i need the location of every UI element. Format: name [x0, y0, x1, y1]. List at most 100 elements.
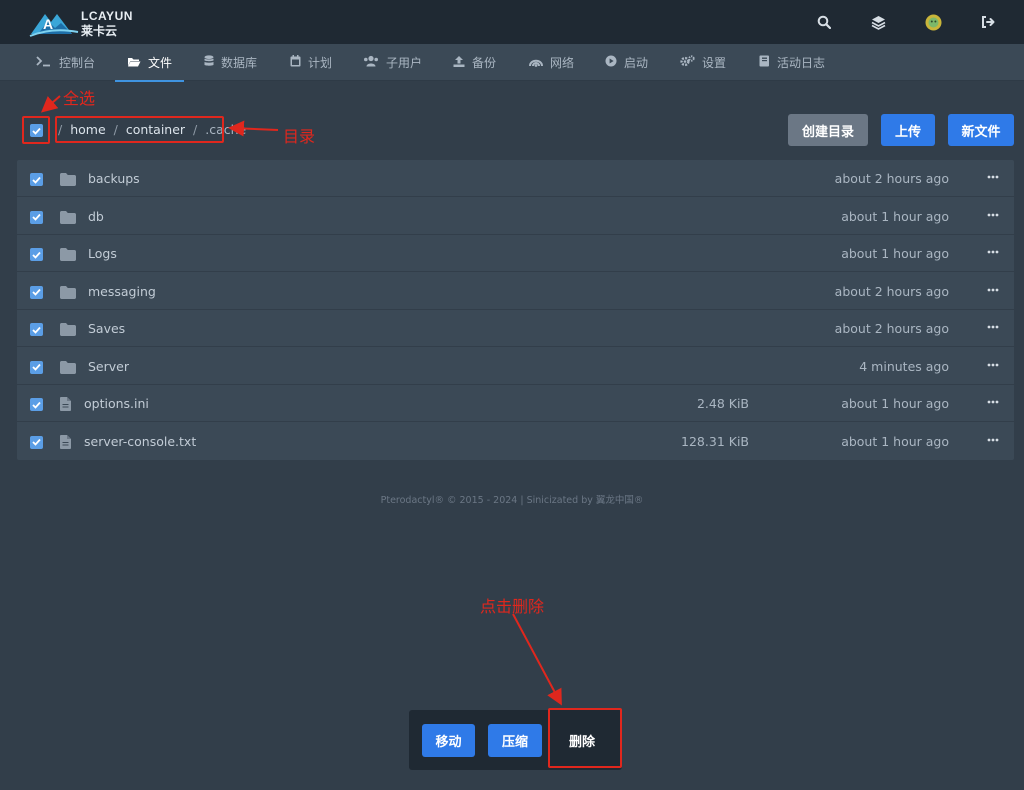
- upload-button[interactable]: 上传: [881, 114, 935, 146]
- file-row[interactable]: Logs about 1 hour ago: [17, 235, 1014, 272]
- more-options-icon[interactable]: [986, 432, 1000, 448]
- nav-schedules[interactable]: 计划: [290, 44, 332, 81]
- checkmark-icon: [32, 401, 41, 409]
- server-nav: 控制台 文件 数据库 计划 子用户 备份 网络 启动 设置 活动日志: [0, 44, 1024, 82]
- file-modified: about 2 hours ago: [834, 171, 949, 186]
- create-directory-button[interactable]: 创建目录: [788, 114, 868, 146]
- network-icon: [529, 56, 543, 70]
- checkmark-icon: [32, 213, 41, 221]
- breadcrumb-separator: /: [193, 122, 198, 137]
- checkmark-icon: [32, 288, 41, 296]
- file-name[interactable]: options.ini: [84, 396, 149, 411]
- nav-settings[interactable]: 设置: [680, 44, 726, 81]
- search-icon[interactable]: [814, 12, 834, 32]
- file-name[interactable]: Logs: [88, 246, 117, 261]
- upload-icon: [453, 55, 465, 70]
- nav-label: 网络: [550, 56, 575, 70]
- svg-text:A: A: [43, 16, 53, 32]
- nav-label: 控制台: [59, 56, 96, 70]
- new-file-button[interactable]: 新文件: [948, 114, 1014, 146]
- file-name[interactable]: messaging: [88, 284, 156, 299]
- more-options-icon[interactable]: [986, 244, 1000, 260]
- file-list: backups about 2 hours ago db about 1 hour a…: [17, 160, 1014, 460]
- file-row[interactable]: server-console.txt 128.31 KiB about 1 hour…: [17, 423, 1014, 460]
- nav-files[interactable]: 文件: [114, 44, 185, 82]
- row-checkbox[interactable]: [30, 285, 43, 299]
- nav-label: 备份: [472, 56, 497, 70]
- more-options-icon[interactable]: [986, 319, 1000, 335]
- more-options-icon[interactable]: [986, 394, 1000, 410]
- row-checkbox[interactable]: [30, 323, 43, 336]
- folder-icon: [60, 359, 76, 378]
- more-options-icon[interactable]: [986, 282, 1000, 298]
- file-modified: about 1 hour ago: [841, 208, 949, 224]
- brand-logo[interactable]: A LCAYUN 莱卡云: [28, 6, 143, 38]
- folder-icon: [60, 171, 76, 190]
- compress-button[interactable]: 压缩: [488, 724, 542, 757]
- file-name[interactable]: backups: [88, 171, 140, 186]
- database-icon: [204, 55, 214, 70]
- move-button[interactable]: 移动: [422, 724, 475, 757]
- annotation-directory: 目录: [283, 127, 316, 146]
- bulk-action-bar: 移动 压缩 删除: [409, 710, 622, 770]
- nav-label: 数据库: [221, 56, 258, 70]
- nav-activity[interactable]: 活动日志: [759, 44, 825, 81]
- file-row[interactable]: Saves about 2 hours ago: [17, 310, 1014, 347]
- logout-icon[interactable]: [978, 12, 998, 32]
- terminal-icon: [36, 55, 52, 70]
- file-row[interactable]: backups about 2 hours ago: [17, 160, 1014, 197]
- nav-subusers[interactable]: 子用户: [363, 44, 422, 81]
- brand-name: LCAYUN: [81, 9, 133, 23]
- file-row[interactable]: db about 1 hour ago: [17, 198, 1014, 235]
- nav-label: 子用户: [386, 56, 423, 70]
- file-modified: about 1 hour ago: [841, 246, 949, 261]
- breadcrumb-separator: /: [113, 122, 118, 137]
- file-name[interactable]: db: [88, 209, 104, 224]
- folder-open-icon: [127, 56, 141, 70]
- file-size: 2.48 KiB: [696, 396, 749, 411]
- folder-icon: [60, 209, 76, 228]
- file-name[interactable]: Saves: [88, 321, 125, 336]
- breadcrumb-separator: /: [58, 122, 63, 137]
- file-row[interactable]: options.ini 2.48 KiB about 1 hour ago: [17, 385, 1014, 422]
- annotation-click-delete: 点击删除: [480, 597, 545, 616]
- nav-startup[interactable]: 启动: [605, 44, 648, 81]
- file-row[interactable]: Server 4 minutes ago: [17, 348, 1014, 385]
- brand-mark-icon: A: [29, 14, 79, 37]
- row-checkbox[interactable]: [30, 360, 43, 374]
- more-options-icon[interactable]: [986, 169, 1000, 185]
- nav-databases[interactable]: 数据库: [204, 44, 257, 81]
- more-options-icon[interactable]: [986, 207, 1000, 223]
- breadcrumb-home[interactable]: home: [70, 122, 105, 137]
- row-checkbox[interactable]: [30, 173, 43, 186]
- book-icon: [759, 55, 770, 70]
- checkmark-icon: [32, 326, 41, 334]
- file-modified: about 1 hour ago: [841, 396, 949, 411]
- checkmark-icon: [32, 363, 41, 371]
- checkmark-icon: [32, 176, 41, 184]
- play-icon: [605, 55, 617, 70]
- nav-network[interactable]: 网络: [529, 44, 574, 81]
- row-checkbox[interactable]: [30, 210, 43, 224]
- file-row[interactable]: messaging about 2 hours ago: [17, 273, 1014, 310]
- row-checkbox[interactable]: [30, 398, 43, 411]
- breadcrumb-current: .cache: [205, 122, 247, 137]
- nav-label: 设置: [702, 56, 727, 70]
- select-all-checkbox[interactable]: [30, 124, 43, 137]
- row-checkbox[interactable]: [30, 435, 43, 449]
- nav-backups[interactable]: 备份: [453, 44, 496, 81]
- file-modified: about 1 hour ago: [841, 433, 949, 449]
- file-icon: [60, 396, 71, 415]
- cogs-icon: [680, 55, 695, 70]
- delete-button[interactable]: 删除: [555, 724, 609, 757]
- file-name[interactable]: server-console.txt: [84, 434, 196, 449]
- layers-icon[interactable]: [868, 12, 888, 32]
- more-options-icon[interactable]: [986, 357, 1000, 373]
- file-name[interactable]: Server: [88, 359, 129, 374]
- checkmark-icon: [32, 127, 41, 135]
- nav-label: 启动: [624, 56, 649, 70]
- breadcrumb-container[interactable]: container: [126, 122, 185, 137]
- avatar-icon[interactable]: [923, 12, 943, 32]
- nav-console[interactable]: 控制台: [36, 44, 95, 81]
- row-checkbox[interactable]: [30, 248, 43, 261]
